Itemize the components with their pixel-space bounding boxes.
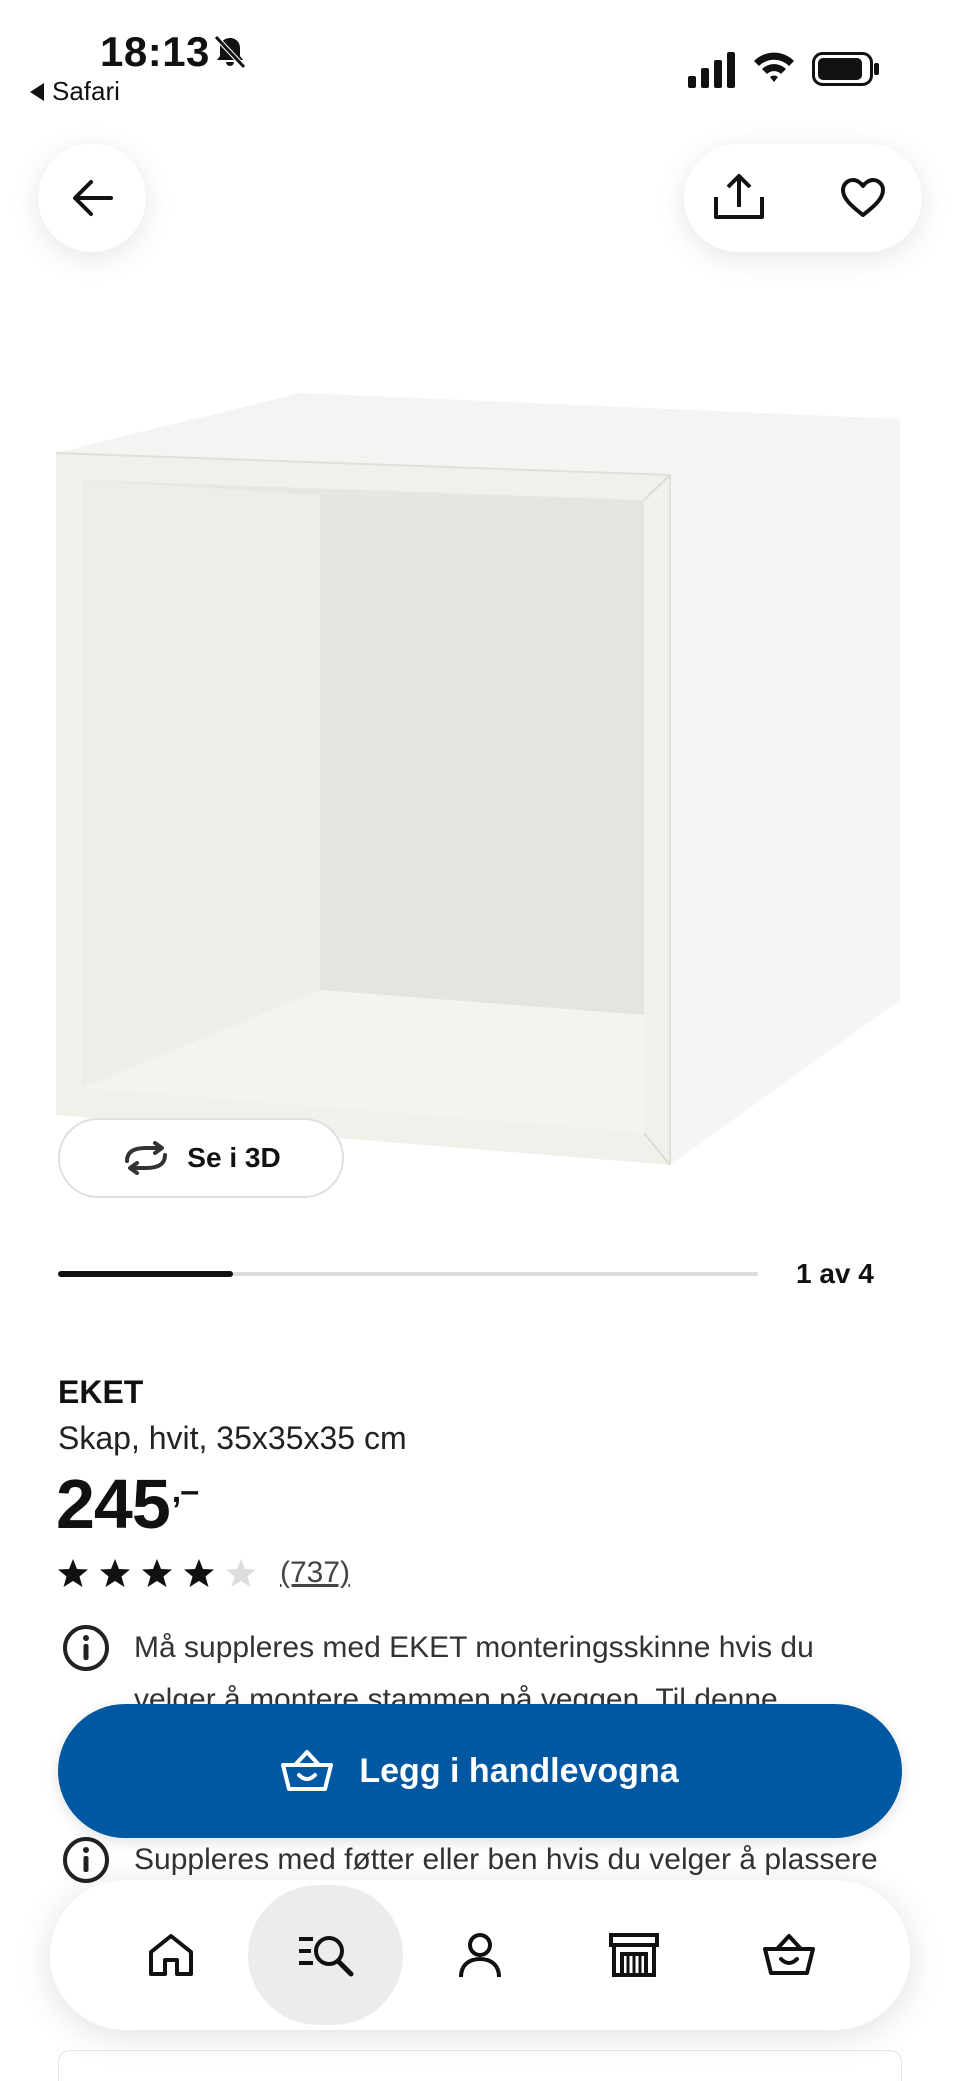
home-icon: [149, 1934, 194, 1976]
nav-search[interactable]: [248, 1885, 403, 2025]
search-list-icon: [298, 1936, 354, 1977]
status-time: 18:13: [100, 28, 210, 75]
basket-icon: [281, 1750, 334, 1791]
store-icon: [609, 1933, 660, 1977]
bell-off-icon: [214, 35, 246, 69]
image-pager-track[interactable]: [58, 1271, 758, 1277]
review-count-link[interactable]: (737): [280, 1556, 350, 1590]
back-to-safari[interactable]: Safari: [30, 76, 120, 107]
see-in-3d-button[interactable]: Se i 3D: [58, 1118, 344, 1198]
info-icon: [63, 1625, 109, 1671]
heart-icon[interactable]: [840, 177, 886, 219]
next-section-peek: [58, 2050, 902, 2081]
star-filled-icon: [100, 1559, 130, 1587]
product-name: EKET: [58, 1374, 144, 1410]
star-empty-icon: [226, 1559, 256, 1587]
basket-icon: [762, 1934, 815, 1975]
product-image[interactable]: [50, 385, 910, 1165]
star-filled-icon: [142, 1559, 172, 1587]
rating-stars: [58, 1558, 256, 1588]
back-app-label: Safari: [52, 76, 120, 106]
nav-store[interactable]: [557, 1885, 711, 2025]
image-pager-progress: [58, 1271, 233, 1277]
back-button[interactable]: [38, 144, 146, 252]
add-to-cart-label: Legg i handlevogna: [359, 1751, 679, 1790]
product-rating[interactable]: (737): [58, 1556, 350, 1590]
top-actions: [684, 144, 922, 252]
arrow-left-icon: [73, 180, 113, 216]
info-icon: [63, 1837, 109, 1883]
image-pager-label: 1 av 4: [796, 1258, 874, 1289]
person-icon: [459, 1933, 502, 1978]
product-description: Skap, hvit, 35x35x35 cm: [58, 1420, 407, 1456]
bottom-navigation: [50, 1880, 910, 2030]
star-filled-icon: [184, 1559, 214, 1587]
star-filled-icon: [58, 1559, 88, 1587]
price-suffix: ,–: [171, 1472, 199, 1510]
nav-cart[interactable]: [712, 1885, 866, 2025]
product-price: 245 ,–: [56, 1464, 199, 1544]
battery-icon: [812, 52, 879, 86]
rotate-3d-icon: [125, 1141, 168, 1175]
nav-home[interactable]: [94, 1885, 248, 2025]
nav-profile[interactable]: [403, 1885, 557, 2025]
wifi-icon: [754, 52, 794, 82]
back-triangle-icon: [30, 82, 44, 101]
add-to-cart-button[interactable]: Legg i handlevogna: [58, 1704, 902, 1838]
cellular-signal-icon: [688, 52, 735, 88]
price-value: 245: [56, 1465, 171, 1543]
share-icon[interactable]: [712, 173, 766, 223]
see-in-3d-label: Se i 3D: [187, 1142, 281, 1173]
